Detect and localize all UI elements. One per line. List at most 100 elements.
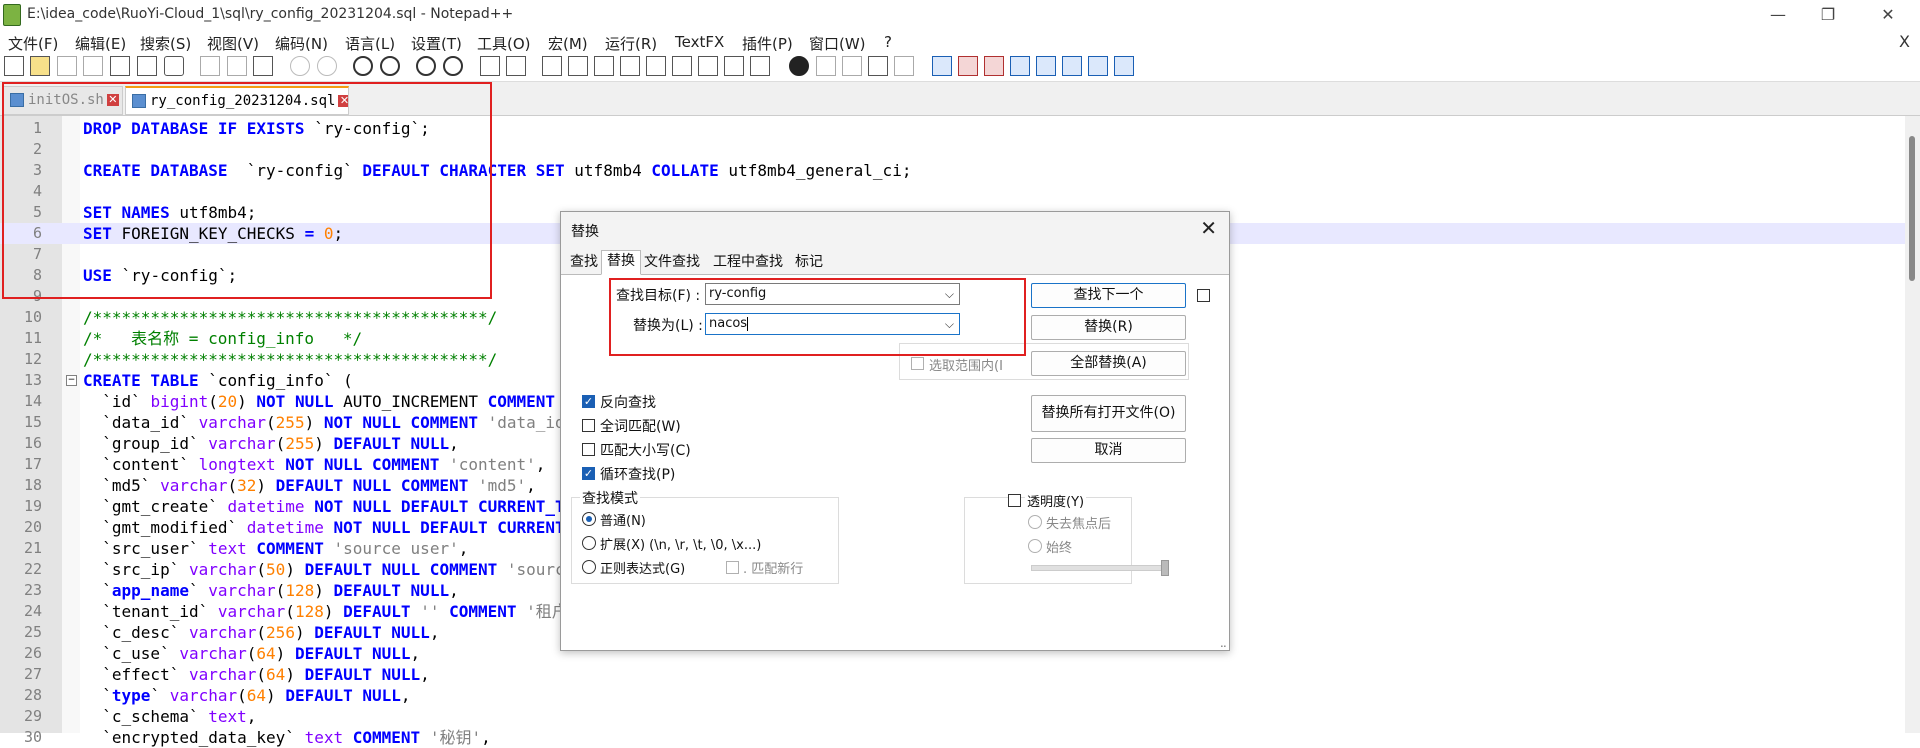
menu-macro[interactable]: 宏(M) (548, 33, 588, 54)
word-wrap-icon[interactable] (542, 56, 562, 76)
menu-tools[interactable]: 工具(O) (477, 33, 531, 54)
in-selection-label: 选取范围内(I (929, 359, 1003, 374)
save-macro-icon[interactable] (894, 56, 914, 76)
direction-toggle-checkbox[interactable] (1197, 289, 1210, 302)
wrap-around-checkbox[interactable]: ✓ (582, 467, 595, 480)
plugin-icon-7[interactable] (1088, 56, 1108, 76)
plugin-icon-3[interactable] (984, 56, 1004, 76)
close-window-button[interactable]: ✕ (1865, 0, 1911, 30)
menu-file[interactable]: 文件(F) (8, 33, 58, 54)
folder-workspace-icon[interactable] (724, 56, 744, 76)
menu-search[interactable]: 搜索(S) (140, 33, 191, 54)
replace-button[interactable]: 替换(R) (1031, 315, 1186, 340)
redo-icon[interactable] (317, 56, 337, 76)
tab-replace[interactable]: 替换 (601, 250, 641, 275)
maximize-button[interactable]: ❐ (1805, 0, 1851, 30)
close-all-icon[interactable] (137, 56, 157, 76)
cancel-button[interactable]: 取消 (1031, 438, 1186, 463)
menu-view[interactable]: 视图(V) (207, 33, 259, 54)
vertical-scrollbar[interactable] (1905, 116, 1920, 733)
doc-map-icon[interactable] (646, 56, 666, 76)
backward-checkbox[interactable]: ✓ (582, 395, 595, 408)
sync-h-icon[interactable] (506, 56, 526, 76)
transparency-checkbox[interactable] (1008, 494, 1021, 507)
copy-icon[interactable] (227, 56, 247, 76)
tab-mark[interactable]: 标记 (790, 252, 828, 274)
tab-find[interactable]: 查找 (565, 252, 603, 274)
find-input[interactable]: ry-config ⌵ (705, 283, 960, 305)
undo-icon[interactable] (290, 56, 310, 76)
slider-thumb[interactable] (1161, 560, 1169, 576)
tab-ry-config[interactable]: ry_config_20231204.sql ✕ (125, 86, 349, 115)
chevron-down-icon[interactable]: ⌵ (945, 284, 954, 304)
replace-all-button[interactable]: 全部替换(A) (1031, 351, 1186, 376)
minimize-button[interactable]: — (1755, 0, 1801, 30)
whole-word-checkbox[interactable] (582, 419, 595, 432)
menu-help[interactable]: ? (884, 33, 892, 51)
resize-grip-icon[interactable]: ⣀ (1220, 637, 1227, 648)
mode-normal-radio[interactable] (582, 512, 596, 526)
zoom-in-icon[interactable] (416, 56, 436, 76)
match-case-checkbox[interactable] (582, 443, 595, 456)
play-macro-icon[interactable] (842, 56, 862, 76)
find-next-button[interactable]: 查找下一个 (1031, 283, 1186, 308)
tab-find-in-projects[interactable]: 工程中查找 (708, 252, 788, 274)
chevron-down-icon[interactable]: ⌵ (945, 314, 954, 334)
sync-v-icon[interactable] (480, 56, 500, 76)
record-macro-icon[interactable] (789, 56, 809, 76)
tab-find-in-files[interactable]: 文件查找 (639, 252, 705, 274)
function-list-icon[interactable] (698, 56, 718, 76)
menu-run[interactable]: 运行(R) (605, 33, 657, 54)
open-file-icon[interactable] (30, 56, 50, 76)
tab-initos[interactable]: initOS.sh ✕ (3, 86, 123, 115)
monitoring-icon[interactable] (750, 56, 770, 76)
new-file-icon[interactable] (4, 56, 24, 76)
tab-close-icon[interactable]: ✕ (338, 95, 348, 107)
close-file-icon[interactable] (110, 56, 130, 76)
find-icon[interactable] (353, 56, 373, 76)
on-lose-focus-radio[interactable] (1028, 515, 1042, 529)
paste-icon[interactable] (253, 56, 273, 76)
match-newline-checkbox[interactable] (726, 561, 739, 574)
replace-all-open-button[interactable]: 替换所有打开文件(O) (1031, 395, 1186, 432)
plugin-icon-4[interactable] (1010, 56, 1030, 76)
menu-plugins[interactable]: 插件(P) (742, 33, 793, 54)
print-icon[interactable] (164, 56, 184, 76)
save-icon[interactable] (57, 56, 77, 76)
plugin-icon-8[interactable] (1114, 56, 1134, 76)
plugin-icon-5[interactable] (1036, 56, 1056, 76)
menu-window[interactable]: 窗口(W) (809, 33, 866, 54)
document-tab-bar: initOS.sh ✕ ry_config_20231204.sql ✕ (0, 82, 1920, 116)
replace-input[interactable]: nacos ⌵ (705, 313, 960, 335)
dialog-close-button[interactable]: ✕ (1200, 216, 1217, 240)
doc-list-icon[interactable] (672, 56, 692, 76)
replace-icon[interactable] (380, 56, 400, 76)
code-line: `src_user` text COMMENT 'source user', (83, 539, 469, 558)
plugin-icon-2[interactable] (958, 56, 978, 76)
run-macro-multiple-icon[interactable] (868, 56, 888, 76)
always-radio[interactable] (1028, 539, 1042, 553)
menu-textfx[interactable]: TextFX (675, 33, 724, 51)
indent-guide-icon[interactable] (594, 56, 614, 76)
transparency-slider[interactable] (1031, 565, 1168, 571)
close-document-button[interactable]: X (1899, 32, 1910, 51)
menu-language[interactable]: 语言(L) (345, 33, 395, 54)
fold-collapse-icon[interactable]: − (66, 375, 77, 386)
lang-xml-icon[interactable] (620, 56, 640, 76)
menu-edit[interactable]: 编辑(E) (75, 33, 126, 54)
match-newline-label: . 匹配新行 (743, 562, 804, 577)
mode-regex-radio[interactable] (582, 560, 596, 574)
zoom-out-icon[interactable] (443, 56, 463, 76)
plugin-icon-1[interactable] (932, 56, 952, 76)
cut-icon[interactable] (200, 56, 220, 76)
plugin-icon-6[interactable] (1062, 56, 1082, 76)
stop-macro-icon[interactable] (816, 56, 836, 76)
in-selection-checkbox[interactable] (911, 357, 924, 370)
tab-close-icon[interactable]: ✕ (106, 94, 119, 106)
show-all-chars-icon[interactable] (568, 56, 588, 76)
save-all-icon[interactable] (83, 56, 103, 76)
scrollbar-thumb[interactable] (1909, 136, 1915, 281)
mode-extended-radio[interactable] (582, 536, 596, 550)
menu-settings[interactable]: 设置(T) (411, 33, 462, 54)
menu-encoding[interactable]: 编码(N) (275, 33, 328, 54)
